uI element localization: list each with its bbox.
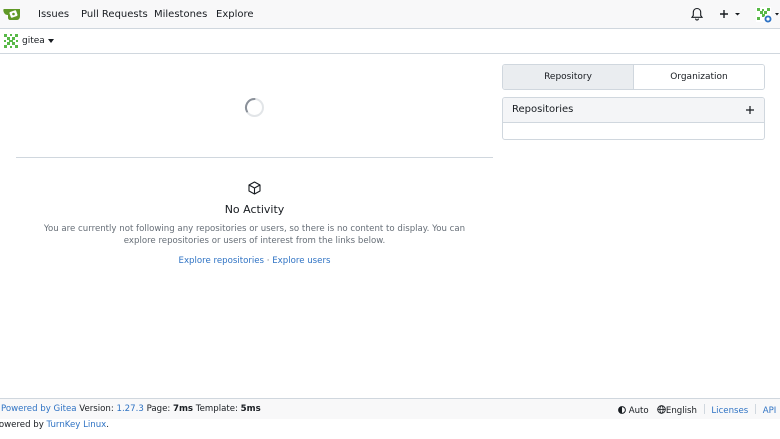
dashboard-context-bar: gitea: [0, 29, 780, 54]
explore-users-link[interactable]: Explore users: [272, 256, 330, 266]
template-time-label: Template:: [195, 404, 238, 414]
globe-icon: [657, 405, 666, 414]
repositories-title: Repositories: [512, 104, 574, 115]
create-new-menu[interactable]: [719, 6, 743, 22]
empty-state-description: You are currently not following any repo…: [43, 224, 466, 246]
dashboard-sidebar-tabs: Repository Organization: [502, 64, 765, 90]
theme-icon: [618, 406, 626, 414]
powered-by-gitea-link[interactable]: Powered by Gitea: [1, 404, 77, 414]
avatar: [4, 34, 18, 48]
licenses-link[interactable]: Licenses: [711, 406, 748, 416]
chevron-down-icon: [735, 13, 740, 16]
turnkey-credit: Powered by TurnKey Linux.: [0, 420, 109, 430]
template-time-value: 5ms: [240, 404, 261, 414]
page-time-value: 7ms: [173, 404, 194, 414]
language-label: English: [665, 406, 697, 416]
user-avatar-menu[interactable]: [755, 5, 780, 24]
package-icon: [248, 181, 261, 195]
turnkey-prefix: Powered by: [0, 420, 44, 430]
page-time-label: Page:: [146, 404, 171, 414]
feed-divider: [16, 157, 493, 158]
api-link[interactable]: API: [763, 406, 777, 416]
footer-right: Auto English Licenses API: [618, 404, 776, 416]
footer-left: Powered by Gitea Version: 1.27.3 Page: 7…: [1, 404, 261, 414]
empty-state-links: Explore repositories · Explore users: [16, 256, 493, 266]
gitea-logo[interactable]: [3, 6, 21, 22]
context-user-name[interactable]: gitea: [22, 36, 45, 46]
loading-spinner-icon: [245, 98, 264, 117]
tab-repository[interactable]: Repository: [503, 65, 634, 89]
footer-separator: [703, 404, 705, 414]
version-label: Version:: [79, 404, 114, 414]
language-selector[interactable]: English: [657, 405, 700, 416]
nav-explore[interactable]: Explore: [216, 9, 254, 20]
tab-organization[interactable]: Organization: [634, 65, 764, 89]
top-navbar: Issues Pull Requests Milestones Explore: [0, 0, 780, 29]
bell-icon[interactable]: [691, 7, 703, 21]
repositories-panel: Repositories: [502, 97, 765, 140]
nav-issues[interactable]: Issues: [38, 9, 69, 20]
version-link[interactable]: 1.27.3: [116, 404, 143, 414]
turnkey-linux-link[interactable]: TurnKey Linux: [47, 420, 107, 430]
footer-separator: [755, 404, 757, 414]
nav-milestones[interactable]: Milestones: [154, 9, 207, 20]
link-separator: ·: [266, 256, 270, 266]
repositories-panel-header: Repositories: [503, 98, 764, 123]
explore-repositories-link[interactable]: Explore repositories: [179, 256, 265, 266]
theme-selector[interactable]: Auto: [618, 406, 651, 416]
turnkey-suffix: .: [106, 420, 109, 430]
nav-pull-requests[interactable]: Pull Requests: [81, 9, 148, 20]
theme-label: Auto: [628, 406, 649, 416]
page-footer: Powered by Gitea Version: 1.27.3 Page: 7…: [0, 398, 780, 419]
chevron-down-icon: [775, 13, 779, 16]
plus-icon[interactable]: [744, 103, 756, 117]
plus-icon: [720, 10, 728, 18]
chevron-down-icon[interactable]: [48, 39, 54, 43]
empty-state-title: No Activity: [224, 203, 285, 216]
